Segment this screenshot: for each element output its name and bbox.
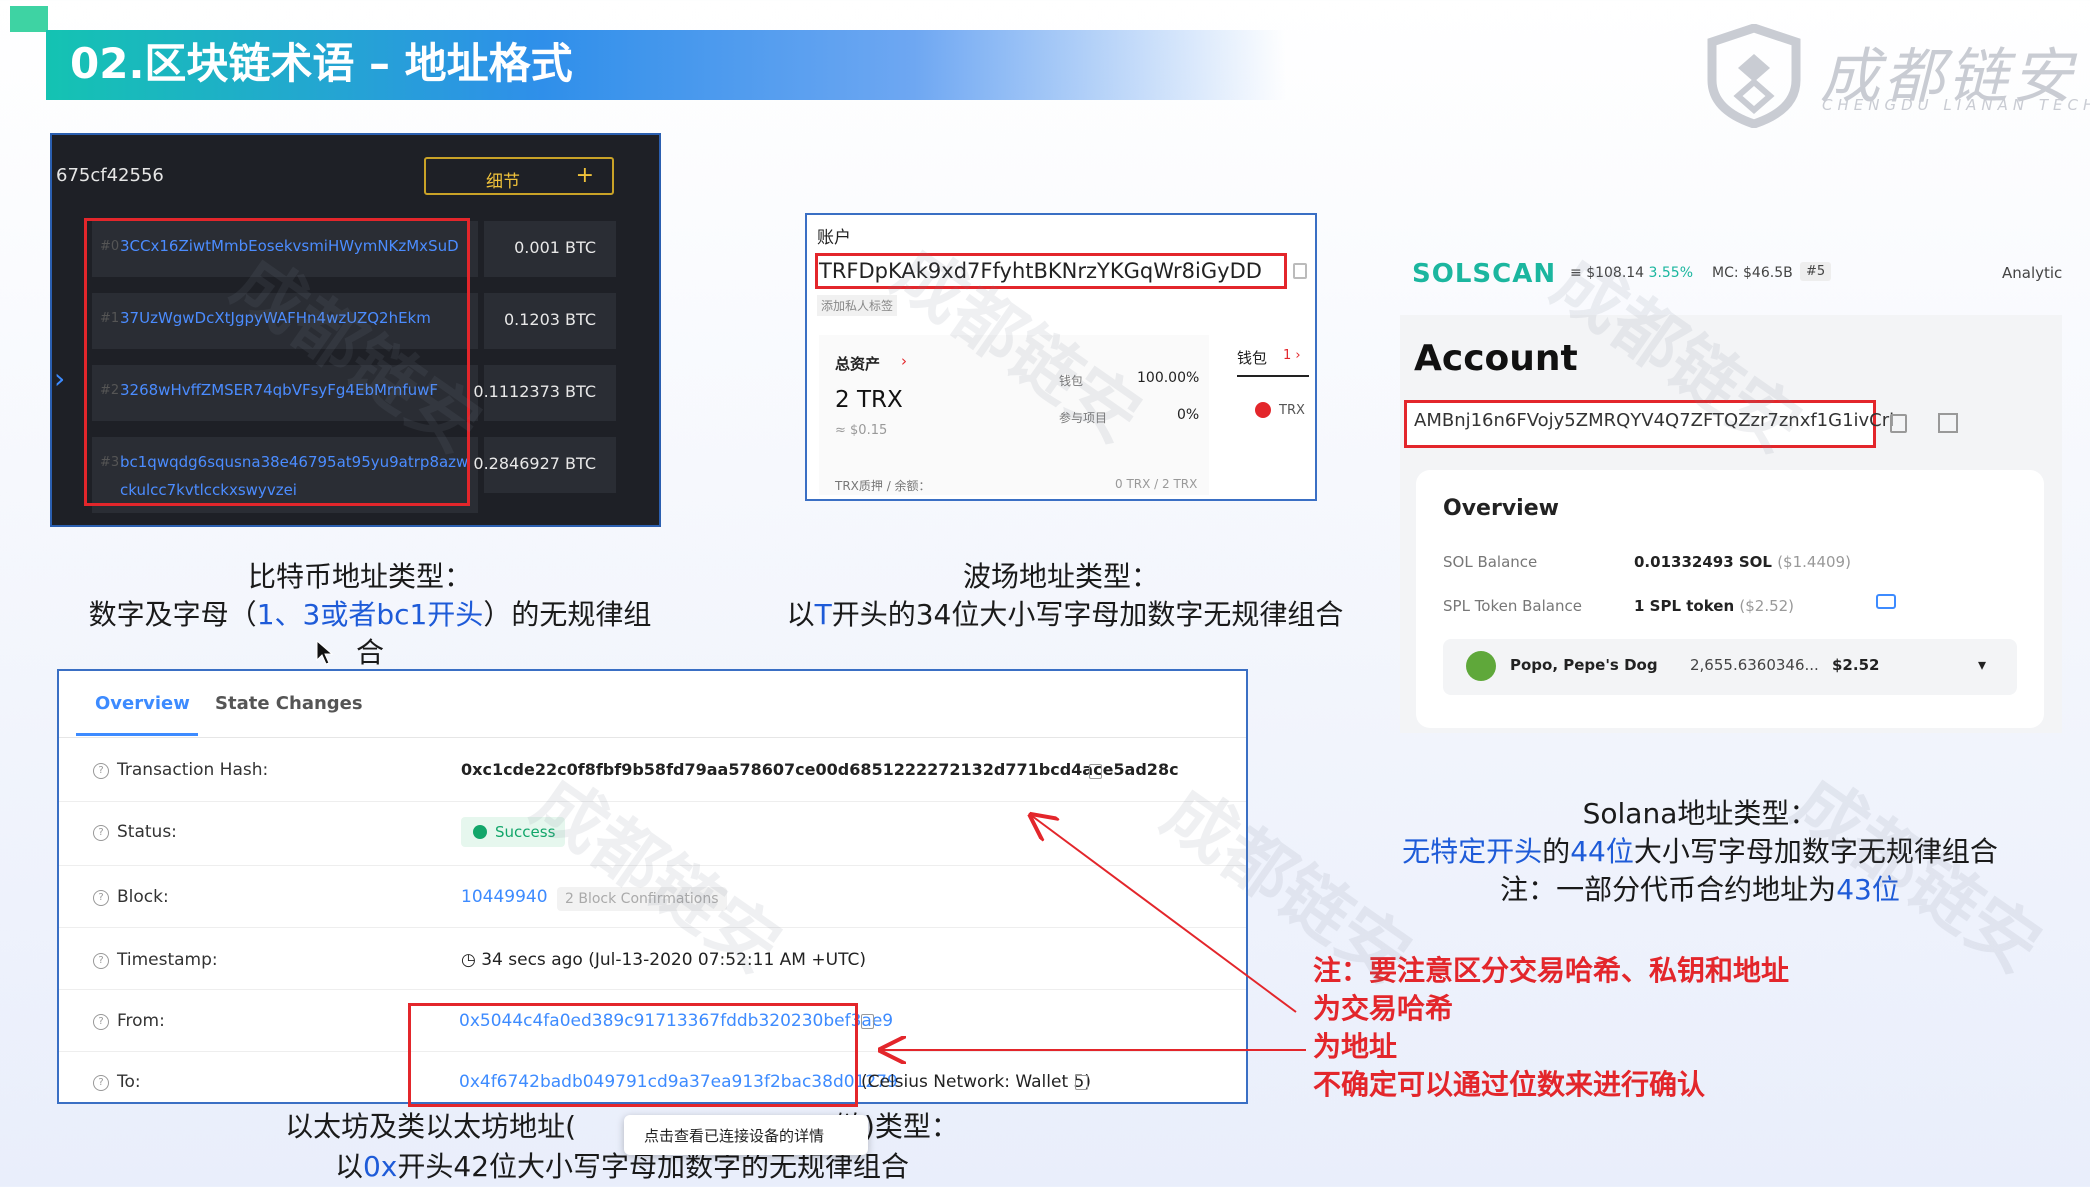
annotation-arrows bbox=[0, 0, 1306, 1187]
